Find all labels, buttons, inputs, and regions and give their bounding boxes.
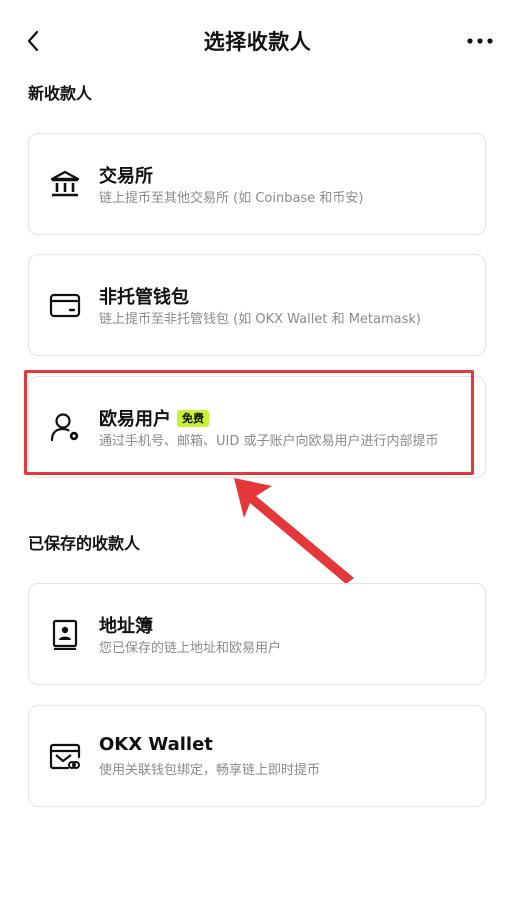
payee-card-okx-user[interactable]: 欧易用户 免费 通过手机号、邮箱、UID 或子账户向欧易用户进行内部提币 xyxy=(28,376,486,478)
payee-desc: 您已保存的链上地址和欧易用户 xyxy=(99,641,282,656)
payee-card-address-book[interactable]: 地址簿 您已保存的链上地址和欧易用户 xyxy=(28,583,486,685)
payee-desc: 链上提币至其他交易所 (如 Coinbase 和币安) xyxy=(99,191,364,206)
more-button[interactable] xyxy=(463,26,497,56)
annotation-arrow-icon xyxy=(234,478,354,584)
payee-desc: 使用关联钱包绑定，畅享链上即时提币 xyxy=(99,763,321,778)
section-title-saved: 已保存的收款人 xyxy=(28,534,141,553)
payee-name-row: 欧易用户 免费 xyxy=(99,405,209,431)
payee-card-okx-wallet[interactable]: OKX Wallet 使用关联钱包绑定，畅享链上即时提币 xyxy=(28,705,486,807)
free-badge: 免费 xyxy=(177,409,209,427)
payee-name: 交易所 xyxy=(99,166,153,187)
wallet-icon xyxy=(48,288,82,322)
linked-wallet-icon xyxy=(48,739,82,773)
page: 选择收款人 新收款人 交易所 链上提币至其他交易所 (如 Coinbase 和币… xyxy=(0,0,515,924)
payee-card-wallet[interactable]: 非托管钱包 链上提币至非托管钱包 (如 OKX Wallet 和 Metamas… xyxy=(28,254,486,356)
section-title-new: 新收款人 xyxy=(28,84,93,103)
bank-icon xyxy=(48,167,82,201)
page-title: 选择收款人 xyxy=(203,30,312,54)
payee-name: OKX Wallet xyxy=(99,734,213,755)
more-horizontal-icon xyxy=(467,38,493,44)
payee-name: 非托管钱包 xyxy=(99,287,189,308)
header: 选择收款人 xyxy=(0,0,515,80)
address-book-icon xyxy=(48,617,82,651)
user-icon xyxy=(48,410,82,444)
payee-card-exchange[interactable]: 交易所 链上提币至其他交易所 (如 Coinbase 和币安) xyxy=(28,133,486,235)
payee-desc: 通过手机号、邮箱、UID 或子账户向欧易用户进行内部提币 xyxy=(99,434,439,449)
payee-desc: 链上提币至非托管钱包 (如 OKX Wallet 和 Metamask) xyxy=(99,312,421,327)
payee-name: 地址簿 xyxy=(99,616,153,637)
payee-name: 欧易用户 xyxy=(99,409,171,430)
